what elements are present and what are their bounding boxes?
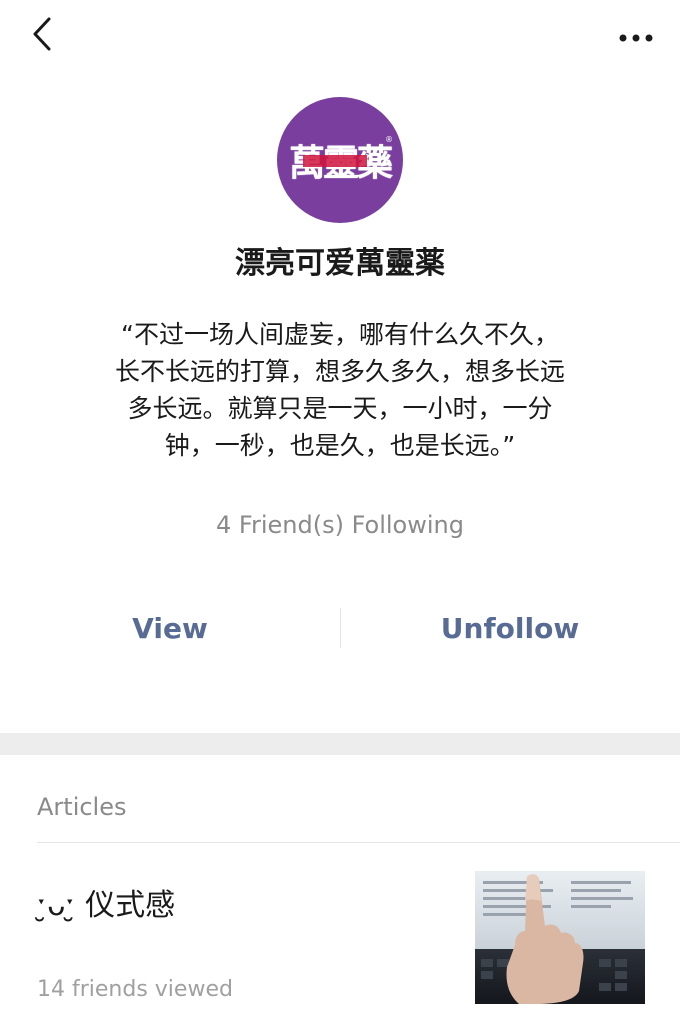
friends-following-count[interactable]: 4 Friend(s) Following [0, 511, 680, 539]
ellipsis-icon [619, 27, 653, 46]
articles-heading: Articles [37, 793, 127, 821]
avatar-decoration [303, 155, 367, 167]
article-view-count: 14 friends viewed [37, 977, 233, 1002]
article-item[interactable]: ˑ̮ᴗˑ̮ 仪式感 14 friends viewed [0, 843, 680, 1024]
bio-line: 多长远。就算只是一天，一小时，一分 [127, 394, 553, 423]
more-options-button[interactable] [614, 18, 658, 54]
bio-line: 钟，一秒，也是久，也是长远。” [164, 431, 516, 460]
account-name: 漂亮可爱萬靈薬 [235, 246, 445, 281]
registered-mark: ® [385, 135, 393, 144]
section-divider [0, 733, 680, 755]
article-title[interactable]: ˑ̮ᴗˑ̮ 仪式感 [37, 880, 175, 924]
actions-divider [340, 608, 341, 648]
account-bio: “不过一场人间虚妄，哪有什么久不久， 长不长远的打算，想多久多久，想多长远 多长… [80, 316, 600, 464]
official-account-profile-page: 萬靈藥 ® 漂亮可爱萬靈薬 “不过一场人间虚妄，哪有什么久不久， 长不长远的打算… [0, 0, 680, 1024]
profile-actions: View Unfollow [0, 600, 680, 656]
view-button[interactable]: View [0, 612, 340, 645]
hand-on-laptop-photo [475, 871, 645, 1004]
avatar[interactable]: 萬靈藥 ® [277, 97, 403, 223]
bio-line: “不过一场人间虚妄，哪有什么久不久， [121, 320, 559, 349]
back-button[interactable] [22, 14, 62, 58]
unfollow-button[interactable]: Unfollow [340, 612, 680, 645]
bio-line: 长不长远的打算，想多久多久，想多长远 [114, 357, 565, 386]
chevron-left-icon [31, 17, 53, 55]
article-thumbnail[interactable] [475, 871, 645, 1004]
